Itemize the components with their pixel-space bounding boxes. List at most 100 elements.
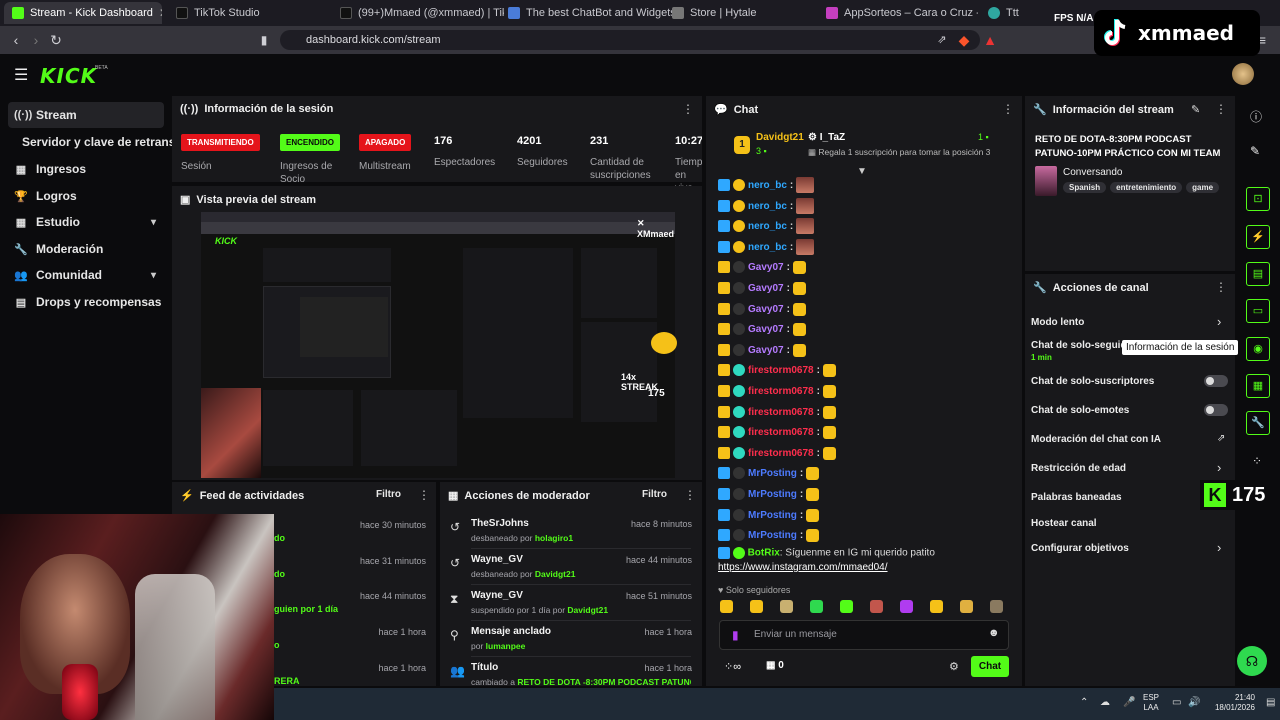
chat-username[interactable]: Gavy07 xyxy=(748,324,784,335)
chat-username[interactable]: nero_bc xyxy=(748,242,787,253)
sidebar-item-drops[interactable]: ▤ Drops y recompensas xyxy=(8,289,164,315)
brave-rewards-icon[interactable]: ▲ xyxy=(980,30,1000,50)
sidebar-item-stream[interactable]: ((·)) Stream xyxy=(8,102,164,128)
close-tab-icon[interactable]: ✕ xyxy=(159,6,162,20)
edit-layout-icon[interactable]: ✎ xyxy=(1250,144,1260,158)
share-icon[interactable]: ⇗ xyxy=(932,30,952,50)
mod-filter-button[interactable]: Filtro xyxy=(642,489,667,500)
tab-tiktok-studio[interactable]: TikTok Studio xyxy=(168,2,328,24)
stream-video[interactable]: KICK 14x STREAK 175 ✕ XMmaed xyxy=(201,212,677,478)
tab-ttt[interactable]: Ttt xyxy=(980,2,1040,24)
chat-username[interactable]: MrPosting xyxy=(748,468,797,479)
back-icon[interactable]: ‹ xyxy=(6,30,26,50)
infinity-icon[interactable]: ⁘∞ xyxy=(724,660,741,673)
chat-link[interactable]: https://www.instagram.com/mmaed04/ xyxy=(718,562,888,573)
rail-focus-icon[interactable]: ⊡ xyxy=(1246,187,1270,211)
action-configure-goals[interactable]: Configurar objetivos xyxy=(1031,543,1129,554)
person-emote-icon[interactable] xyxy=(990,600,1003,613)
more-options-icon[interactable]: ⋮ xyxy=(418,488,430,502)
kick-emote-icon[interactable] xyxy=(840,600,853,613)
cat-emote-icon[interactable] xyxy=(780,600,793,613)
pikachu-emote-icon[interactable] xyxy=(960,600,973,613)
face-emote-icon[interactable] xyxy=(870,600,883,613)
action-slow-mode[interactable]: Modo lento xyxy=(1031,317,1084,328)
more-options-icon[interactable]: ⋮ xyxy=(1215,102,1227,116)
language-indicator[interactable]: ESP LAA xyxy=(1143,693,1159,713)
chat-username[interactable]: Gavy07 xyxy=(748,345,784,356)
chat-username[interactable]: Gavy07 xyxy=(748,283,784,294)
action-age-restriction[interactable]: Restricción de edad xyxy=(1031,463,1126,474)
chat-username[interactable]: Gavy07 xyxy=(748,262,784,273)
chat-username[interactable]: firestorm0678 xyxy=(748,365,814,376)
brave-shield-icon[interactable]: ◆ xyxy=(954,30,974,50)
chevron-right-icon[interactable]: › xyxy=(1217,460,1221,475)
sidebar-item-server-key[interactable]: Servidor y clave de retransmisión xyxy=(16,129,172,155)
subs-only-toggle[interactable] xyxy=(1204,375,1228,387)
tag[interactable]: entretenimiento xyxy=(1110,182,1183,193)
info-icon[interactable]: ⓘ xyxy=(1250,108,1262,125)
sidebar-item-ingresos[interactable]: ▦ Ingresos xyxy=(8,156,164,182)
more-options-icon[interactable]: ⋮ xyxy=(1215,280,1227,294)
purple-emote-icon[interactable] xyxy=(900,600,913,613)
chat-username[interactable]: firestorm0678 xyxy=(748,407,814,418)
tag[interactable]: Spanish xyxy=(1063,182,1107,193)
rail-mod-icon[interactable]: ▦ xyxy=(1246,374,1270,398)
cloud-icon[interactable]: ☁ xyxy=(1100,697,1110,708)
tab-kick-dashboard[interactable]: Stream - Kick Dashboard ✕ xyxy=(4,2,162,24)
sidebar-item-estudio[interactable]: ▦ Estudio ▾ xyxy=(8,209,164,235)
expand-leaderboard-icon[interactable]: ▼ xyxy=(857,166,867,177)
top-gifter-name[interactable]: Davidgt21 xyxy=(756,132,804,143)
chat-username[interactable]: BotRix xyxy=(748,548,780,559)
emotes-only-toggle[interactable] xyxy=(1204,404,1228,416)
clock[interactable]: 21:40 18/01/2026 xyxy=(1205,693,1255,713)
chat-username[interactable]: firestorm0678 xyxy=(748,386,814,397)
reload-icon[interactable]: ↻ xyxy=(46,30,66,50)
hamburger-menu-icon[interactable]: ☰ xyxy=(14,65,28,85)
microphone-icon[interactable]: 🎤 xyxy=(1123,697,1135,708)
more-options-icon[interactable]: ⋮ xyxy=(682,102,694,116)
rail-wrench-icon[interactable]: 🔧 xyxy=(1246,411,1270,435)
action-emotes-only[interactable]: Chat de solo-emotes xyxy=(1031,405,1129,416)
mic-icon[interactable]: ▮ xyxy=(732,628,739,642)
user-avatar[interactable] xyxy=(1232,63,1254,85)
second-gifter-name[interactable]: ⚙ I_TaZ xyxy=(808,132,845,143)
tab-hytale[interactable]: Store | Hytale xyxy=(664,2,814,24)
tag[interactable]: game xyxy=(1186,182,1220,193)
notification-icon[interactable]: ▤ xyxy=(1266,697,1275,708)
rail-broadcast-icon[interactable]: ◉ xyxy=(1246,337,1270,361)
chat-username[interactable]: Gavy07 xyxy=(748,304,784,315)
volume-icon[interactable]: 🔊 xyxy=(1188,697,1200,708)
chat-username[interactable]: MrPosting xyxy=(748,530,797,541)
emoji-icon[interactable]: ☻ xyxy=(988,627,1000,639)
duck-emote-icon[interactable] xyxy=(930,600,943,613)
chat-username[interactable]: MrPosting xyxy=(748,489,797,500)
url-field[interactable]: dashboard.kick.com/stream xyxy=(280,30,980,50)
rail-document-icon[interactable]: ▤ xyxy=(1246,262,1270,286)
rail-users-icon[interactable]: ⁘ xyxy=(1252,454,1262,468)
chat-settings-icon[interactable]: ⚙ xyxy=(949,660,959,673)
kick-logo[interactable]: KICK xyxy=(40,64,97,88)
chat-username[interactable]: MrPosting xyxy=(748,510,797,521)
action-followers-only[interactable]: Chat de solo-seguidores xyxy=(1031,340,1126,351)
action-banned-words[interactable]: Palabras baneadas xyxy=(1031,492,1122,503)
chat-input[interactable]: ▮ Enviar un mensaje ☻ xyxy=(719,620,1009,650)
rail-chat-icon[interactable]: ▭ xyxy=(1246,299,1270,323)
action-ai-moderation[interactable]: Moderación del chat con IA xyxy=(1031,434,1161,445)
tab-chatbot[interactable]: The best ChatBot and Widgets for K xyxy=(500,2,672,24)
edit-icon[interactable]: ✎ xyxy=(1191,103,1200,116)
rail-lightning-icon[interactable]: ⚡ xyxy=(1246,225,1270,249)
external-link-icon[interactable]: ⇗ xyxy=(1217,433,1225,444)
more-options-icon[interactable]: ⋮ xyxy=(684,488,696,502)
more-options-icon[interactable]: ⋮ xyxy=(1002,102,1014,116)
feed-filter-button[interactable]: Filtro xyxy=(376,489,401,500)
chat-username[interactable]: nero_bc xyxy=(748,221,787,232)
support-headset-icon[interactable]: ☊ xyxy=(1237,646,1267,676)
duck-emote-icon[interactable] xyxy=(750,600,763,613)
send-chat-button[interactable]: Chat xyxy=(971,656,1009,677)
bookmark-icon[interactable]: ▮ xyxy=(254,30,274,50)
tab-tiktok-profile[interactable]: (99+)Mmaed (@xmmaed) | TikTok xyxy=(332,2,504,24)
sidebar-item-comunidad[interactable]: 👥 Comunidad ▾ xyxy=(8,262,164,288)
duck-emote-icon[interactable] xyxy=(720,600,733,613)
sidebar-item-moderacion[interactable]: 🔧 Moderación xyxy=(8,236,164,262)
chat-username[interactable]: firestorm0678 xyxy=(748,427,814,438)
